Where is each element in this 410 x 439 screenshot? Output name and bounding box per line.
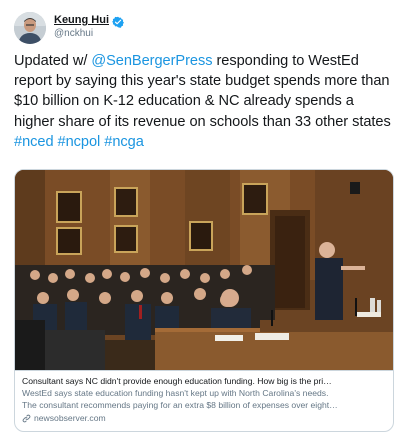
tweet[interactable]: Keung Hui @nckhui Updated w/ @SenBergerP…	[0, 0, 410, 439]
tweet-text: Updated w/ @SenBergerPress responding to…	[14, 51, 396, 152]
card-body[interactable]: Consultant says NC didn't provide enough…	[15, 370, 393, 431]
avatar[interactable]	[14, 12, 46, 44]
hashtag-link[interactable]: #ncga	[104, 134, 144, 150]
card-title: Consultant says NC didn't provide enough…	[22, 376, 332, 386]
author-display-name[interactable]: Keung Hui	[54, 14, 109, 27]
verified-badge-icon	[112, 15, 124, 28]
author-handle[interactable]: @nckhui	[54, 28, 93, 40]
card-description-line: The consultant recommends paying for an …	[22, 399, 338, 410]
card-description: WestEd says state education funding hasn…	[22, 388, 385, 411]
card-domain-row: newsobserver.com	[22, 412, 385, 424]
card-description-line: WestEd says state education funding hasn…	[22, 388, 329, 398]
hearing-room-photo	[15, 170, 393, 370]
avatar-photo	[14, 12, 46, 44]
link-card[interactable]: Consultant says NC didn't provide enough…	[14, 169, 394, 432]
tweet-text-segment: Updated w/	[14, 53, 92, 69]
hashtag-link[interactable]: #ncpol	[58, 134, 101, 150]
mention-link[interactable]: @SenBergerPress	[91, 53, 212, 69]
author-row: Keung Hui	[54, 14, 124, 28]
hashtag-link[interactable]: #nced	[14, 134, 54, 150]
link-icon	[22, 414, 31, 423]
card-image[interactable]	[15, 170, 393, 370]
card-domain: newsobserver.com	[34, 413, 106, 423]
